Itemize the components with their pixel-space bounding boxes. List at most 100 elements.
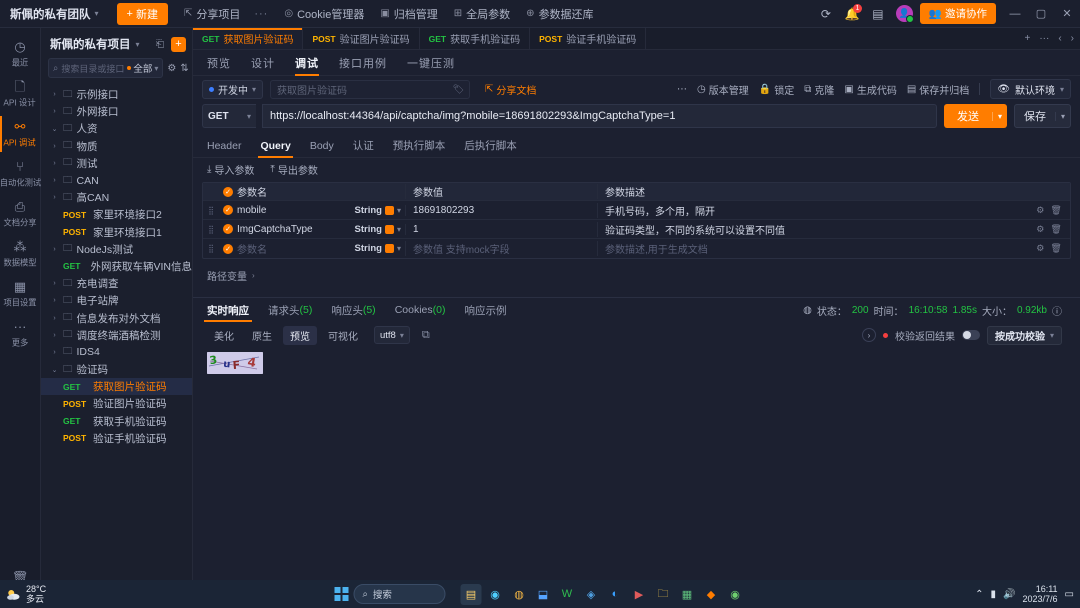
tree-api-19[interactable]: GET 获取手机验证码 bbox=[41, 413, 192, 430]
tree-folder-4[interactable]: › 🗀 测试 bbox=[41, 155, 192, 172]
tree-folder-11[interactable]: › 🗀 充电调查 bbox=[41, 275, 192, 292]
rail-item-doc-share[interactable]: ⎙ 文档分享 bbox=[0, 194, 41, 234]
assert-toggle[interactable] bbox=[961, 330, 980, 340]
row-delete-icon[interactable]: 🗑 bbox=[1050, 243, 1061, 254]
environment-selector[interactable]: 👁 默认环境 ▾ bbox=[990, 79, 1071, 99]
document-tab-3[interactable]: POST 验证手机验证码 bbox=[530, 28, 647, 49]
path-variable-section[interactable]: 路径变量 › bbox=[193, 259, 1080, 283]
tree-folder-9[interactable]: › 🗀 NodeJs测试 bbox=[41, 241, 192, 258]
tray-up-icon[interactable]: ⌃ bbox=[975, 589, 983, 600]
taskbar-app-edge-icon[interactable]: ◉ bbox=[485, 584, 506, 605]
document-tab-0[interactable]: GET 获取图片验证码 bbox=[193, 28, 304, 49]
param-type-selector[interactable]: String ▾ bbox=[355, 205, 401, 216]
row-checkbox[interactable]: ✓ bbox=[219, 205, 237, 215]
sub-tab-4[interactable]: 一键压测 bbox=[407, 50, 455, 76]
row-delete-icon[interactable]: 🗑 bbox=[1050, 205, 1061, 216]
tree-folder-6[interactable]: › 🗀 高CAN bbox=[41, 189, 192, 206]
param-desc-cell[interactable]: 验证码类型，不同的系统可以设置不同值 bbox=[597, 221, 1028, 237]
request-tab-4[interactable]: 预执行脚本 bbox=[393, 134, 446, 158]
response-tab-1[interactable]: 请求头 (5) bbox=[268, 298, 312, 322]
clone-button[interactable]: ⧉ 克隆 bbox=[804, 82, 834, 97]
share-project-button[interactable]: ⇱ 分享项目 bbox=[184, 6, 240, 22]
tree-folder-12[interactable]: › 🗀 电子站牌 bbox=[41, 292, 192, 309]
generate-code-button[interactable]: ▣ 生成代码 bbox=[844, 82, 896, 97]
param-name-cell[interactable]: ImgCaptchaType String ▾ bbox=[237, 224, 405, 235]
rail-item-more[interactable]: ··· 更多 bbox=[0, 314, 41, 354]
rail-item-api-debug[interactable]: ⚯ API 调试 bbox=[0, 114, 41, 154]
taskbar-app-store-icon[interactable]: ⬓ bbox=[533, 584, 554, 605]
drag-handle-icon[interactable]: ⣿ bbox=[203, 225, 219, 234]
team-selector[interactable]: 斯佩的私有团队 ▾ bbox=[10, 6, 99, 22]
row-checkbox[interactable]: ✓ bbox=[219, 243, 237, 254]
param-type-selector[interactable]: String ▾ bbox=[355, 243, 401, 254]
share-document-button[interactable]: ⇱ 分享文档 bbox=[485, 82, 536, 97]
taskbar-app-dingtalk-icon[interactable]: ◐ bbox=[605, 584, 626, 605]
rail-item-auto-test[interactable]: ⑂ 自动化测试 bbox=[0, 154, 41, 194]
format-button-2[interactable]: 预览 bbox=[283, 325, 317, 345]
tabs-prev-icon[interactable]: ‹ bbox=[1058, 33, 1061, 44]
send-dropdown-icon[interactable]: ▾ bbox=[991, 111, 1007, 121]
tree-folder-5[interactable]: › 🗀 CAN bbox=[41, 172, 192, 189]
document-tab-2[interactable]: GET 获取手机验证码 bbox=[420, 28, 531, 49]
taskbar-app-chrome-icon[interactable]: ◍ bbox=[509, 584, 530, 605]
tree-api-10[interactable]: GET 外网获取车辆VIN信息 bbox=[41, 258, 192, 275]
table-row[interactable]: ⣿ ✓ ImgCaptchaType String ▾ 1 验证码类型，不同的系统可以设置不… bbox=[203, 220, 1070, 239]
tabs-next-icon[interactable]: › bbox=[1071, 33, 1074, 44]
send-button[interactable]: 发送 ▾ bbox=[943, 104, 1007, 128]
document-tab-1[interactable]: POST 验证图片验证码 bbox=[303, 28, 420, 49]
windows-start-icon[interactable] bbox=[334, 587, 349, 601]
response-tab-2[interactable]: 响应头 (5) bbox=[331, 298, 375, 322]
copy-icon[interactable]: ⧉ bbox=[422, 329, 430, 342]
expand-right-icon[interactable]: › bbox=[861, 328, 876, 342]
rail-item-data-model[interactable]: ⁂ 数据模型 bbox=[0, 234, 41, 274]
rail-item-project-settings[interactable]: ▦ 项目设置 bbox=[0, 274, 41, 314]
add-tab-icon[interactable]: + bbox=[1024, 33, 1030, 44]
filter-gear-icon[interactable]: ⚙ bbox=[167, 61, 176, 75]
tree-folder-15[interactable]: › 🗀 IDS4 bbox=[41, 344, 192, 361]
add-api-button[interactable]: + bbox=[171, 36, 186, 52]
taskbar-clock[interactable]: 16:11 2023/7/6 bbox=[1023, 584, 1058, 604]
toolbar-collapse-icon[interactable]: ⋯ bbox=[677, 84, 687, 95]
request-tab-0[interactable]: Header bbox=[207, 134, 241, 158]
save-button[interactable]: 保存 ▾ bbox=[1013, 104, 1071, 128]
save-archive-button[interactable]: ▤ 保存并归档 bbox=[907, 82, 969, 97]
tree-folder-0[interactable]: › 🗀 示例接口 bbox=[41, 86, 192, 103]
tray-network-icon[interactable]: ▮ bbox=[991, 589, 997, 600]
sub-tab-3[interactable]: 接口用例 bbox=[339, 50, 387, 76]
url-input[interactable]: https://localhost:44364/api/captcha/img?… bbox=[262, 104, 937, 128]
window-minimize-button[interactable]: — bbox=[1002, 0, 1028, 28]
tree-api-17[interactable]: GET 获取图片验证码 bbox=[41, 378, 192, 396]
sub-tab-2[interactable]: 调试 bbox=[295, 50, 319, 76]
cookie-manager-button[interactable]: ◎ Cookie管理器 bbox=[284, 6, 364, 22]
sort-icon[interactable]: ⇅ bbox=[180, 61, 188, 75]
notes-icon[interactable]: ▤ bbox=[865, 0, 891, 28]
response-tab-4[interactable]: 响应示例 bbox=[464, 298, 506, 322]
http-method-selector[interactable]: GET ▾ bbox=[202, 104, 256, 128]
taskbar-app-video-icon[interactable]: ▶ bbox=[629, 584, 650, 605]
export-params-button[interactable]: ⤒ 导出参数 bbox=[270, 162, 317, 177]
row-delete-icon[interactable]: 🗑 bbox=[1050, 224, 1061, 235]
window-close-button[interactable]: ✕ bbox=[1054, 0, 1080, 28]
tree-folder-2[interactable]: ⌄ 🗀 人资 bbox=[41, 120, 192, 137]
tag-icon[interactable]: 🏷 bbox=[453, 84, 464, 95]
chevron-down-icon[interactable]: ▾ bbox=[136, 40, 140, 49]
invite-collaborate-button[interactable]: 👥 邀请协作 bbox=[919, 3, 996, 24]
taskbar-search-box[interactable]: ⌕ 搜索 bbox=[353, 584, 446, 604]
api-status-dropdown[interactable]: 开发中 ▾ bbox=[202, 79, 264, 99]
param-value-cell[interactable]: 参数值 支持mock字段 bbox=[405, 241, 597, 256]
rail-item-recent[interactable]: ◷ 最近 bbox=[0, 34, 41, 74]
tree-api-18[interactable]: POST 验证图片验证码 bbox=[41, 395, 192, 412]
request-tab-5[interactable]: 后执行脚本 bbox=[464, 134, 517, 158]
tree-folder-16[interactable]: ⌄ 🗀 验证码 bbox=[41, 361, 192, 378]
table-row[interactable]: ⣿ ✓ mobile String ▾ 18691802293 手机号码，多个用，隔开 ⚙ 🗑 bbox=[203, 201, 1070, 220]
param-restore-button[interactable]: ⊕ 参数据还库 bbox=[526, 6, 593, 22]
tree-folder-1[interactable]: › 🗀 外网接口 bbox=[41, 103, 192, 120]
row-settings-icon[interactable]: ⚙ bbox=[1036, 243, 1044, 254]
param-value-cell[interactable]: 1 bbox=[405, 223, 597, 235]
taskbar-app-vscode-icon[interactable]: ◈ bbox=[581, 584, 602, 605]
import-icon[interactable]: ⎗ bbox=[153, 37, 167, 51]
filter-all-dropdown[interactable]: 全部 ▾ bbox=[127, 61, 158, 75]
api-name-input[interactable]: 获取图片验证码 🏷 bbox=[270, 79, 471, 99]
rail-item-api-design[interactable]: 🗋 API 设计 bbox=[0, 74, 41, 114]
param-value-cell[interactable]: 18691802293 bbox=[405, 204, 597, 216]
